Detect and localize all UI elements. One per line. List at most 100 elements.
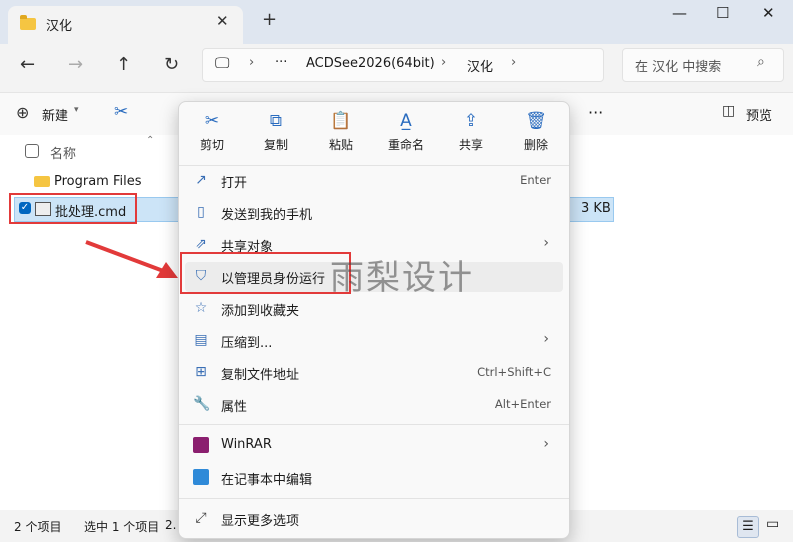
cut-button[interactable]: ✂ 剪切 (182, 110, 242, 160)
address-bar[interactable]: 🖵 › ··· ACDSee2026(64bit) › 汉化 › (202, 48, 604, 82)
cut-label: 剪切 (199, 138, 224, 152)
tab-active[interactable]: 汉化 ✕ (8, 6, 243, 44)
menu-item-label: 在记事本中编辑 (221, 473, 313, 488)
share-icon: ⇪ (463, 111, 479, 131)
menu-item-shortcut: Enter (520, 173, 551, 187)
annotation-box (180, 252, 351, 294)
delete-label: 删除 (523, 138, 548, 152)
sort-up-icon: ⌃ (146, 135, 155, 146)
menu-item-label: 添加到收藏夹 (221, 304, 300, 319)
refresh-icon[interactable]: ↻ (164, 54, 179, 75)
rename-label: 重命名 (387, 138, 424, 152)
share-to-icon: ⇗ (195, 236, 207, 252)
copy-label: 复制 (263, 138, 288, 152)
tab-close-button[interactable]: ✕ (216, 12, 229, 30)
chevron-down-icon[interactable]: ▾ (74, 105, 79, 115)
list-item[interactable]: Program Files (14, 170, 174, 194)
back-arrow-icon[interactable]: ← (20, 54, 35, 75)
column-name[interactable]: 名称 (50, 143, 76, 162)
item-count: 2 个项目 (14, 520, 62, 534)
menu-item-label: 复制文件地址 (221, 368, 300, 383)
more-options-button[interactable]: ··· (588, 103, 603, 122)
select-all-checkbox[interactable] (25, 144, 39, 158)
scissors-icon: ✂ (204, 111, 220, 131)
menu-item-copy-path[interactable]: ⊞ 复制文件地址 Ctrl+Shift+C (185, 358, 563, 388)
rename-icon: A̲ (400, 111, 412, 131)
menu-item-label: 打开 (221, 176, 248, 191)
delete-button[interactable]: 🗑 删除 (506, 110, 566, 160)
details-view-icon[interactable]: ☰ (737, 516, 759, 538)
annotation-box (9, 193, 137, 224)
copy-path-icon: ⊞ (195, 364, 207, 380)
menu-item-label: WinRAR (221, 437, 272, 452)
share-button[interactable]: ⇪ 共享 (441, 110, 501, 160)
selected-size: 2. (165, 518, 177, 532)
computer-icon: 🖵 (215, 54, 230, 72)
annotation-arrow (85, 240, 178, 278)
search-input[interactable]: 在 汉化 中搜索 ⌕ (622, 48, 784, 82)
folder-icon (20, 15, 36, 30)
menu-item-label: 压缩到... (221, 336, 273, 351)
forward-arrow-icon[interactable]: → (68, 54, 83, 75)
menu-item-compress[interactable]: ▤ 压缩到... › (185, 326, 563, 356)
menu-item-label: 发送到我的手机 (221, 208, 313, 223)
breadcrumb-item[interactable]: 汉化 (467, 56, 493, 75)
chevron-right-icon[interactable]: › (511, 55, 516, 70)
menu-item-show-more[interactable]: ⤢ 显示更多选项 (185, 504, 563, 534)
paste-button[interactable]: 📋 粘贴 (311, 110, 371, 160)
menu-item-label: 显示更多选项 (221, 514, 300, 529)
file-size: 3 KB (581, 201, 611, 216)
share-label: 共享 (458, 138, 483, 152)
tiles-view-icon[interactable]: ▭ (766, 516, 779, 532)
preview-button[interactable]: 预览 (746, 105, 772, 124)
notepad-icon (193, 469, 209, 485)
up-arrow-icon[interactable]: ↑ (116, 54, 131, 75)
breadcrumb-more[interactable]: ··· (275, 55, 287, 70)
search-placeholder: 在 汉化 中搜索 (635, 60, 722, 75)
paste-icon: 📋 (330, 111, 352, 131)
breadcrumb-item[interactable]: ACDSee2026(64bit) (306, 56, 435, 71)
winrar-icon (193, 437, 209, 453)
rename-button[interactable]: A̲ 重命名 (376, 110, 436, 160)
maximize-button[interactable]: ☐ (716, 4, 729, 22)
menu-item-properties[interactable]: 🔧 属性 Alt+Enter (185, 390, 563, 420)
menu-item-winrar[interactable]: WinRAR › (185, 431, 563, 461)
new-tab-button[interactable]: + (262, 9, 277, 30)
menu-item-edit-notepad[interactable]: 在记事本中编辑 (185, 463, 563, 493)
more-options-icon: ⤢ (195, 510, 207, 526)
new-button[interactable]: 新建 (42, 105, 68, 124)
star-icon: ☆ (194, 300, 208, 316)
tab-title: 汉化 (46, 19, 73, 34)
wrench-icon: 🔧 (193, 396, 211, 412)
copy-button[interactable]: ⧉ 复制 (246, 110, 306, 160)
scissors-icon[interactable]: ✂ (114, 102, 128, 122)
phone-icon: ▯ (197, 204, 205, 220)
paste-label: 粘贴 (328, 138, 353, 152)
chevron-right-icon: › (543, 331, 549, 347)
minimize-button[interactable]: — (672, 4, 687, 22)
watermark-text: 雨梨设计 (330, 258, 474, 298)
close-button[interactable]: ✕ (762, 4, 775, 22)
new-icon: ⊕ (16, 103, 30, 122)
menu-item-shortcut: Ctrl+Shift+C (477, 365, 551, 379)
folder-icon (34, 176, 50, 187)
menu-item-open[interactable]: ↗ 打开 Enter (185, 166, 563, 196)
menu-item-send-to-phone[interactable]: ▯ 发送到我的手机 (185, 198, 563, 228)
copy-icon: ⧉ (269, 111, 283, 131)
chevron-right-icon: › (543, 436, 549, 452)
open-icon: ↗ (195, 172, 207, 188)
menu-separator (179, 498, 569, 499)
breadcrumb-separator-icon: › (441, 55, 447, 70)
chevron-right-icon: › (543, 235, 549, 251)
zip-icon: ▤ (194, 332, 208, 348)
menu-item-label: 属性 (221, 400, 248, 415)
menu-separator (179, 424, 569, 425)
menu-item-shortcut: Alt+Enter (494, 397, 551, 411)
preview-icon: ◫ (722, 103, 736, 119)
trash-icon: 🗑 (525, 111, 547, 131)
file-name: Program Files (54, 174, 142, 189)
search-icon: ⌕ (757, 54, 765, 70)
selected-count: 选中 1 个项目 (84, 520, 160, 534)
context-menu: ✂ 剪切 ⧉ 复制 📋 粘贴 A̲ 重命名 ⇪ 共享 🗑 删除 ↗ 打开 Ent… (178, 101, 570, 539)
breadcrumb-separator-icon: › (249, 55, 255, 70)
